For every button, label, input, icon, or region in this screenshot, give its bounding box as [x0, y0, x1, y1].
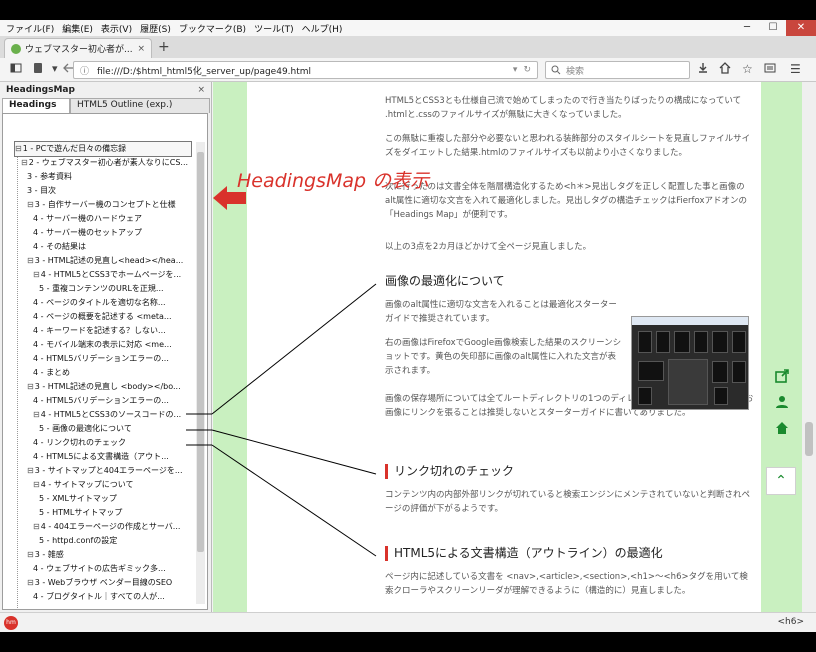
annotation-callout-lines: [186, 283, 377, 557]
status-heading-indicator[interactable]: <h6>: [777, 617, 804, 627]
browser-window: ファイル(F) 編集(E) 表示(V) 履歴(S) ブックマーク(B) ツール(…: [0, 20, 816, 632]
headingsmap-badge-icon[interactable]: hm: [4, 616, 18, 630]
status-bar: hm <h6>: [0, 612, 816, 632]
